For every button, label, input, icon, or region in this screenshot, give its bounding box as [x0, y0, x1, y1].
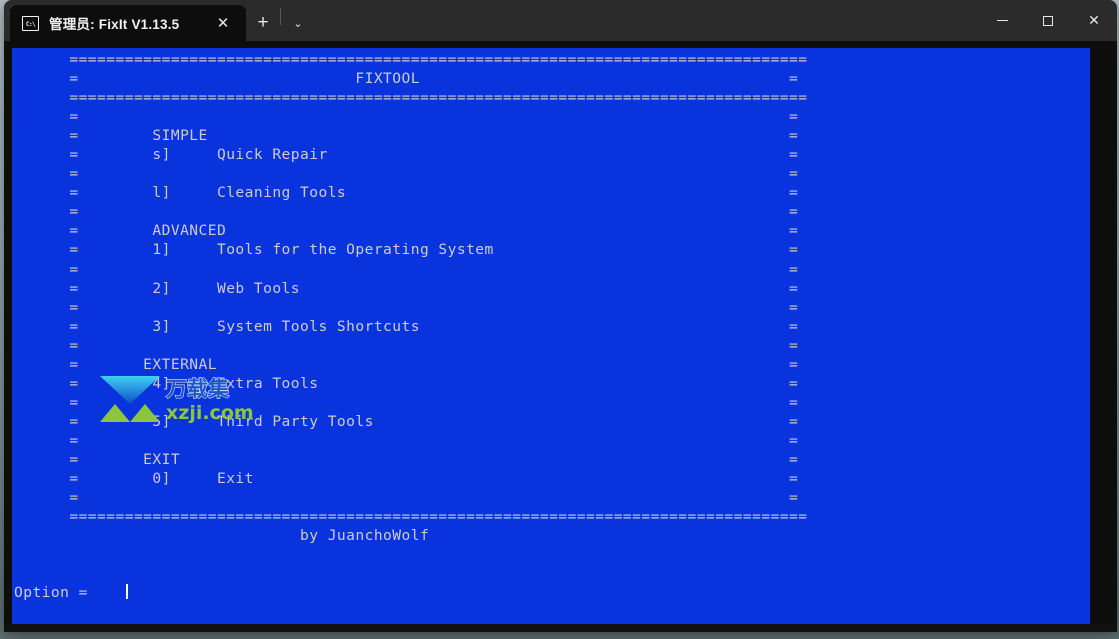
text-cursor — [125, 584, 128, 600]
terminal-window: 管理员: FixIt V1.13.5 ✕ + ⌄ ✕ =============… — [4, 0, 1117, 632]
terminal-screen[interactable]: ========================================… — [12, 48, 1090, 632]
new-tab-button[interactable]: + — [246, 5, 280, 41]
close-icon: ✕ — [1088, 12, 1100, 28]
terminal-text: ========================================… — [14, 51, 808, 602]
chevron-down-icon[interactable]: ⌄ — [281, 5, 315, 41]
terminal-tab[interactable]: 管理员: FixIt V1.13.5 ✕ — [10, 5, 246, 41]
tab-close-icon[interactable]: ✕ — [210, 10, 236, 36]
close-button[interactable]: ✕ — [1071, 0, 1117, 41]
prompt-spacer — [97, 584, 125, 601]
window-bottom-edge — [4, 624, 1117, 632]
terminal-body: ========================================… — [4, 41, 1117, 632]
minimize-icon — [996, 20, 1008, 21]
window-controls: ✕ — [979, 0, 1117, 41]
console-icon — [22, 15, 39, 31]
minimize-button[interactable] — [979, 0, 1025, 41]
option-prompt-label: Option = — [14, 584, 98, 602]
maximize-button[interactable] — [1025, 0, 1071, 41]
tab-title: 管理员: FixIt V1.13.5 — [49, 17, 180, 32]
tab-strip: 管理员: FixIt V1.13.5 ✕ + ⌄ — [4, 0, 315, 41]
maximize-icon — [1043, 15, 1053, 26]
window-title-bar[interactable]: 管理员: FixIt V1.13.5 ✕ + ⌄ ✕ — [4, 0, 1117, 41]
